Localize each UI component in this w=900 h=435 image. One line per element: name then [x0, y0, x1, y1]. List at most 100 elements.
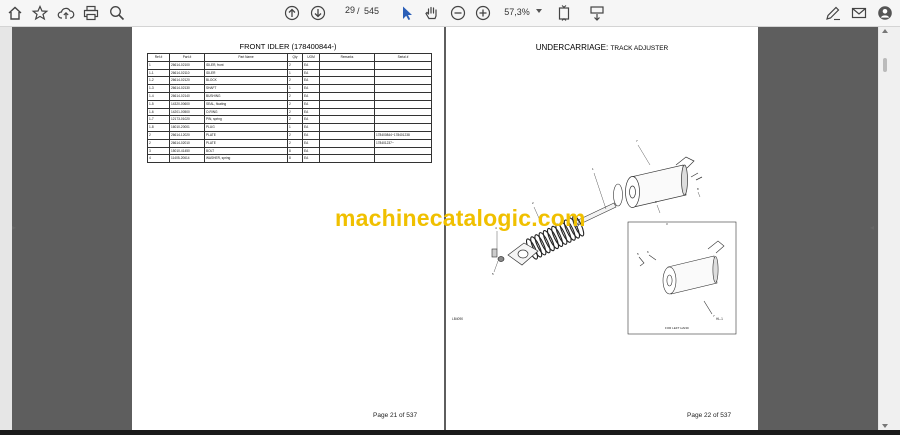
table-row: 1-1 26614-02110 IDLER 1 EA: [147, 68, 432, 78]
table-cell: BUSHING: [204, 91, 288, 101]
next-page-icon[interactable]: [309, 4, 327, 22]
table-cell: 26614-12020: [169, 130, 205, 140]
table-cell: [374, 99, 432, 109]
callout-label: 3: [666, 222, 668, 226]
table-row: 1-5 14320-00600 SEAL, floating 2 EA: [147, 99, 432, 109]
callout-label: 5: [637, 252, 639, 256]
table-cell: EA: [302, 154, 320, 164]
page-footer: Page 21 of 537: [373, 412, 418, 419]
select-cursor-icon[interactable]: [398, 4, 416, 22]
pdf-toolbar: 29 / 545 57,3%: [0, 0, 900, 27]
table-cell: 2: [287, 107, 303, 117]
callout-label: 8: [697, 187, 699, 191]
sidebar-expand-icon[interactable]: ▸: [12, 223, 16, 232]
table-cell: PLUG: [204, 123, 288, 132]
figure-code: LB4090: [452, 317, 463, 321]
table-cell: [319, 76, 375, 86]
table-cell: [319, 146, 375, 156]
table-cell: EA: [302, 68, 320, 78]
callout-label: 7: [713, 314, 715, 318]
table-cell: 1-4: [147, 91, 170, 101]
table-cell: EA: [302, 60, 320, 70]
table-cell: O-RING: [204, 107, 288, 117]
parts-table: Ref # Part # Part Name Qty UOM Remarks S…: [147, 53, 432, 164]
table-cell: 2: [287, 76, 303, 86]
table-cell: EA: [302, 146, 320, 156]
table-cell: 2: [287, 130, 303, 140]
cylinder-assembly: [625, 156, 703, 208]
page-number-input[interactable]: 29: [333, 5, 355, 20]
callout-label: 1: [592, 167, 594, 171]
scroll-mode-icon[interactable]: [588, 4, 606, 22]
print-icon[interactable]: [82, 4, 100, 22]
table-row: 1-7 12173-01020 PIN, spring 2 EA: [147, 115, 432, 125]
inset-label: FOR LEFT HAND: [665, 326, 690, 330]
table-cell: [319, 99, 375, 109]
zoom-out-icon[interactable]: [449, 4, 467, 22]
zoom-in-icon[interactable]: [474, 4, 492, 22]
table-cell: 1-7: [147, 115, 170, 125]
table-row: 1-2 26614-02120 BLOCK 2 EA: [147, 76, 432, 86]
table-cell: [319, 123, 375, 132]
table-cell: 15010-41450: [169, 146, 205, 156]
table-cell: 1-8: [147, 123, 170, 132]
table-cell: [319, 68, 375, 78]
table-cell: 1: [287, 123, 303, 132]
previous-page-icon[interactable]: [283, 4, 301, 22]
table-cell: 12173-01020: [169, 115, 205, 125]
table-cell: [374, 154, 432, 164]
table-cell: SEAL, floating: [204, 99, 288, 109]
table-cell: [319, 115, 375, 125]
table-cell: [319, 84, 375, 93]
table-cell: 1-2: [147, 76, 170, 86]
table-cell: 8: [287, 154, 303, 164]
vertical-scrollbar[interactable]: [879, 27, 900, 430]
table-cell: IDLER, front: [204, 60, 288, 70]
spring-coil: [542, 229, 555, 252]
table-cell: EA: [302, 107, 320, 117]
search-zoom-icon[interactable]: [108, 4, 126, 22]
bookmark-star-icon[interactable]: [31, 4, 49, 22]
account-icon[interactable]: [876, 4, 894, 22]
column-header: Part Name: [204, 53, 288, 62]
table-row: 1-3 26614-02130 SHAFT 1 EA: [147, 84, 432, 93]
zoom-level-select[interactable]: 57,3%: [500, 5, 534, 20]
sign-pen-icon[interactable]: [824, 4, 842, 22]
column-header: Remarks: [319, 53, 375, 62]
table-cell: EA: [302, 99, 320, 109]
table-cell: 2: [287, 99, 303, 109]
column-header: Serial #: [374, 53, 432, 62]
page-separator: /: [357, 6, 360, 16]
right-pane-expand-icon[interactable]: ◂: [870, 223, 874, 232]
grease-fitting: [491, 248, 498, 258]
table-cell: [319, 138, 375, 148]
table-cell: PLATE: [204, 138, 288, 148]
chevron-down-icon[interactable]: [536, 9, 542, 13]
table-cell: 26614-02100: [169, 60, 205, 70]
table-row: 1-4 26614-02140 BUSHING 2 EA: [147, 91, 432, 101]
table-cell: 14320-00600: [169, 99, 205, 109]
table-cell: BLOCK: [204, 76, 288, 86]
table-cell: 3: [147, 146, 170, 156]
mail-icon[interactable]: [850, 4, 868, 22]
column-header: Part #: [169, 53, 205, 62]
table-cell: EA: [302, 84, 320, 93]
table-row: 3 15010-41450 BOLT 8 EA: [147, 146, 432, 156]
scrollbar-thumb[interactable]: [883, 58, 887, 72]
scroll-up-icon[interactable]: [882, 29, 888, 33]
cloud-upload-icon[interactable]: [57, 4, 75, 22]
hand-tool-icon[interactable]: [423, 4, 441, 22]
taskbar-strip: [0, 430, 900, 435]
home-icon[interactable]: [6, 4, 24, 22]
fit-page-icon[interactable]: [555, 4, 573, 22]
table-cell: EA: [302, 76, 320, 86]
table-cell: EA: [302, 123, 320, 132]
table-row: 2 26614-12020 PLATE 2 EA 178400844~178401238: [147, 130, 432, 140]
table-cell: 1-5: [147, 99, 170, 109]
table-cell: BOLT: [204, 146, 288, 156]
table-cell: [319, 91, 375, 101]
scroll-down-icon[interactable]: [882, 424, 888, 428]
table-cell: 26614-02110: [169, 68, 205, 78]
table-cell: 4: [147, 154, 170, 164]
table-cell: EA: [302, 138, 320, 148]
